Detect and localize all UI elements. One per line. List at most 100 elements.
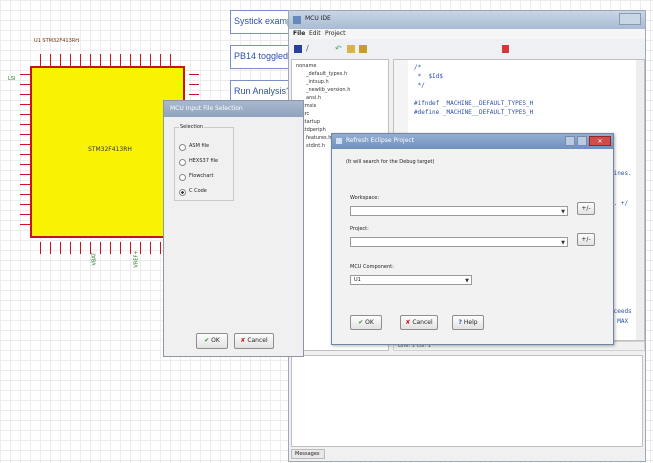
editor-scrollbar[interactable] bbox=[636, 60, 644, 340]
minimize-icon[interactable] bbox=[565, 136, 575, 146]
tree-item[interactable]: cmsis bbox=[302, 103, 316, 109]
pin bbox=[189, 94, 199, 95]
pin bbox=[20, 84, 30, 85]
input-ok-button[interactable]: ✔ OK bbox=[196, 333, 228, 349]
eclipse-ok-button[interactable]: ✔ OK bbox=[350, 315, 382, 330]
workspace-combo[interactable]: ▼ bbox=[350, 206, 568, 216]
tree-item[interactable]: features.h bbox=[306, 135, 331, 141]
pin bbox=[60, 242, 61, 254]
radio-asm[interactable] bbox=[179, 144, 186, 151]
chevron-down-icon: ▼ bbox=[465, 278, 469, 284]
tree-item[interactable]: stdperiph bbox=[302, 127, 326, 133]
note-systick[interactable]: Systick examp bbox=[230, 10, 295, 34]
pin bbox=[20, 214, 30, 215]
edit-icon[interactable]: / bbox=[306, 45, 309, 53]
menu-bar: File Edit Project bbox=[289, 29, 645, 39]
project-combo[interactable]: ▼ bbox=[350, 237, 568, 247]
radio-flowchart[interactable] bbox=[179, 174, 186, 181]
menu-file[interactable]: File bbox=[293, 30, 305, 37]
cancel-x-icon: ✘ bbox=[405, 319, 411, 326]
eclipse-cancel-button[interactable]: ✘ Cancel bbox=[400, 315, 438, 330]
tree-item[interactable]: startup bbox=[302, 119, 320, 125]
mcu-chip-name: STM32F413RH bbox=[88, 146, 132, 153]
pin bbox=[189, 74, 199, 75]
dialog-close-icon[interactable]: ✕ bbox=[589, 136, 611, 146]
radio-hexs37-label: HEXS37 file bbox=[189, 158, 219, 164]
check-icon: ✔ bbox=[358, 319, 364, 326]
note-pb14[interactable]: PB14 toggled bbox=[230, 45, 295, 69]
pin bbox=[40, 242, 41, 254]
pin bbox=[120, 242, 121, 254]
pin bbox=[20, 184, 30, 185]
eclipse-dialog: Refresh Eclipse Project ✕ (It will searc… bbox=[331, 133, 614, 345]
code-fragment: xceeds i bbox=[610, 308, 639, 315]
undo-icon[interactable]: ↶ bbox=[335, 45, 342, 53]
menu-project[interactable]: Project bbox=[325, 30, 346, 37]
run-icon[interactable] bbox=[502, 45, 509, 53]
radio-hexs37[interactable] bbox=[179, 159, 186, 166]
pin bbox=[20, 74, 30, 75]
pin bbox=[20, 114, 30, 115]
vbat-net-label: VBAT bbox=[91, 252, 98, 266]
radio-c-code[interactable] bbox=[179, 189, 186, 196]
input-file-dialog: MCU Input File Selection Selection ASM f… bbox=[163, 100, 304, 357]
tree-item[interactable]: ansi.h bbox=[306, 95, 321, 101]
pin bbox=[80, 54, 81, 66]
selection-group-label: Selection bbox=[179, 124, 205, 130]
radio-flowchart-label: Flowchart bbox=[189, 173, 214, 179]
vref-net-label: VREF+ bbox=[133, 250, 140, 268]
save-icon[interactable] bbox=[294, 45, 302, 53]
cancel-x-icon: ✘ bbox=[240, 337, 246, 344]
mcu-component-value: U1 bbox=[354, 277, 361, 283]
messages-panel[interactable] bbox=[291, 355, 643, 447]
eclipse-dialog-titlebar: Refresh Eclipse Project ✕ bbox=[332, 134, 613, 149]
eclipse-help-button[interactable]: ? Help bbox=[452, 315, 484, 330]
pin bbox=[150, 242, 151, 254]
tree-item[interactable]: _default_types.h bbox=[306, 71, 347, 77]
chevron-down-icon: ▼ bbox=[561, 209, 565, 215]
pin bbox=[20, 194, 30, 195]
tree-item[interactable]: _intsup.h bbox=[306, 79, 329, 85]
chevron-down-icon: ▼ bbox=[561, 240, 565, 246]
workspace-browse-button[interactable]: +/- bbox=[577, 202, 595, 215]
project-label: Project: bbox=[350, 226, 369, 232]
tree-item[interactable]: stdint.h bbox=[306, 143, 325, 149]
workspace-label: Workspace: bbox=[350, 195, 380, 201]
code-line: /* bbox=[414, 64, 422, 71]
mcu-component-combo[interactable]: U1 ▼ bbox=[350, 275, 472, 285]
pin bbox=[60, 54, 61, 66]
pin bbox=[160, 54, 161, 66]
debug-hint: (It will search for the Debug target) bbox=[346, 159, 435, 165]
code-line: */ bbox=[414, 82, 425, 89]
pin bbox=[150, 54, 151, 66]
pin bbox=[100, 54, 101, 66]
eclipse-dialog-title: Refresh Eclipse Project bbox=[346, 137, 415, 144]
pin bbox=[170, 54, 171, 66]
maximize-icon[interactable] bbox=[577, 136, 587, 146]
pin bbox=[110, 54, 111, 66]
pin bbox=[20, 124, 30, 125]
tree-item[interactable]: noname bbox=[296, 63, 316, 69]
tree-item[interactable]: _newlib_version.h bbox=[306, 87, 350, 93]
pin bbox=[40, 54, 41, 66]
pin bbox=[120, 54, 121, 66]
copy-icon[interactable] bbox=[347, 45, 355, 53]
mcu-component[interactable]: STM32F413RH bbox=[30, 66, 185, 238]
lsi-net-label: LSI bbox=[8, 76, 16, 82]
radio-asm-label: ASM file bbox=[189, 143, 210, 149]
app-icon bbox=[293, 16, 301, 24]
pin bbox=[20, 144, 30, 145]
pin bbox=[70, 242, 71, 254]
pin bbox=[70, 54, 71, 66]
paste-icon[interactable] bbox=[359, 45, 367, 53]
selection-group: Selection ASM file HEXS37 file Flowchart… bbox=[174, 124, 234, 201]
menu-edit[interactable]: Edit bbox=[309, 30, 321, 37]
pin bbox=[20, 104, 30, 105]
input-cancel-button[interactable]: ✘ Cancel bbox=[234, 333, 274, 349]
messages-tab[interactable]: Messages bbox=[291, 449, 325, 459]
pin bbox=[50, 54, 51, 66]
close-icon[interactable] bbox=[619, 13, 641, 25]
pin bbox=[20, 224, 30, 225]
project-browse-button[interactable]: +/- bbox=[577, 233, 595, 246]
pin bbox=[20, 94, 30, 95]
